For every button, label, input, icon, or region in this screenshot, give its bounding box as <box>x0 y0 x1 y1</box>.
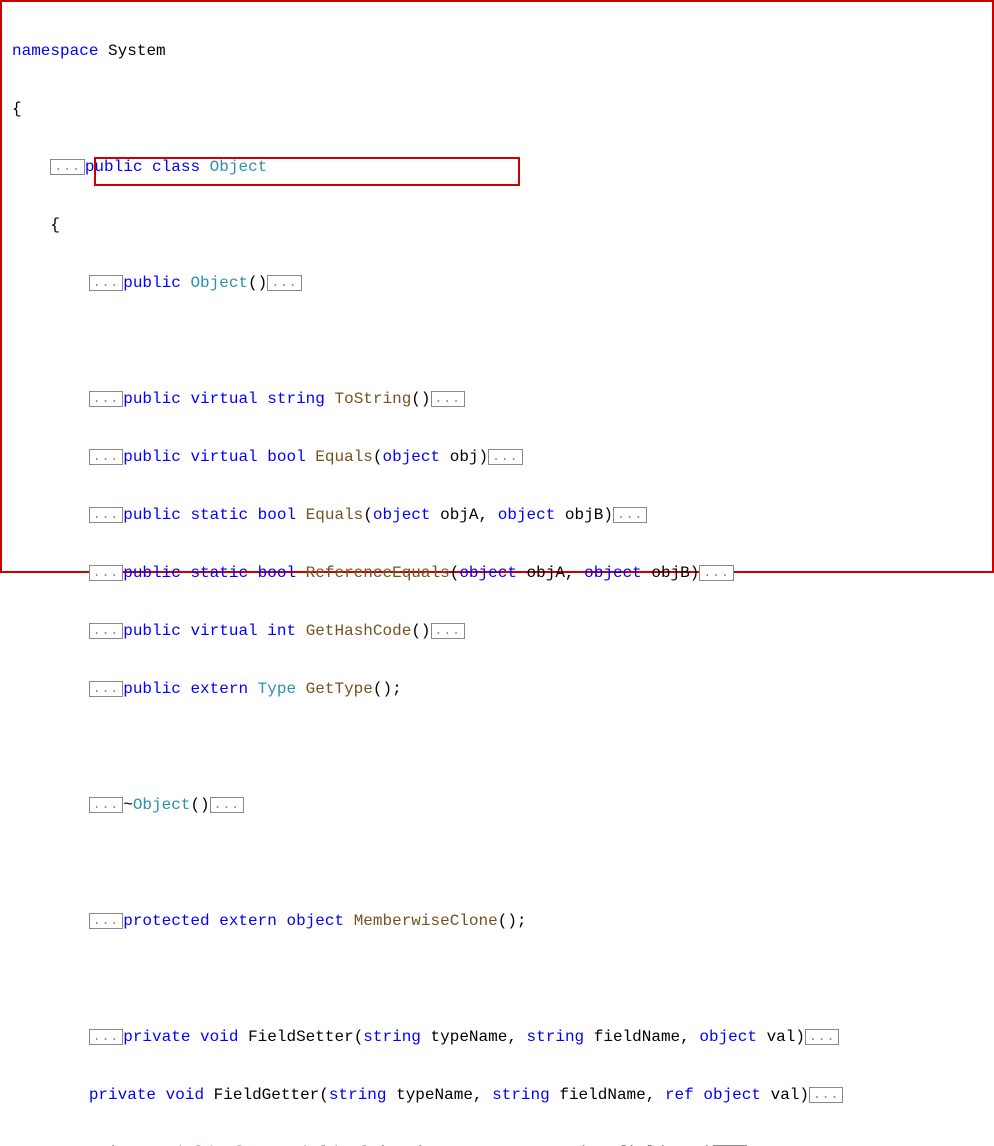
collapse-icon[interactable]: ... <box>89 565 123 581</box>
collapse-icon[interactable]: ... <box>89 623 123 639</box>
kw-namespace: namespace <box>12 42 98 60</box>
type-fieldinfo: FieldInfo <box>166 1144 252 1146</box>
fsetter-line: ...private void FieldSetter(string typeN… <box>12 1023 982 1052</box>
ns-space <box>98 42 108 60</box>
refeq-line: ...public static bool ReferenceEquals(ob… <box>12 559 982 588</box>
method-memberwiseclone: MemberwiseClone <box>354 912 498 930</box>
collapse-icon[interactable]: ... <box>89 449 123 465</box>
code-block: namespace System { ...public class Objec… <box>12 8 982 1146</box>
method-gettype: GetType <box>306 680 373 698</box>
method-refeq: ReferenceEquals <box>306 564 450 582</box>
collapse-icon[interactable]: ... <box>89 1029 123 1045</box>
collapse-icon[interactable]: ... <box>89 797 123 813</box>
code-editor-frame: namespace System { ...public class Objec… <box>0 0 994 573</box>
class-decl-line: ...public class Object <box>12 153 982 182</box>
kw-string: string <box>267 390 325 408</box>
hash-line: ...public virtual int GetHashCode()... <box>12 617 982 646</box>
collapse-icon[interactable]: ... <box>488 449 522 465</box>
brace-open-class: { <box>12 211 982 240</box>
ns-name: System <box>108 42 166 60</box>
kw-public: public <box>123 390 181 408</box>
method-equals-static: Equals <box>306 506 364 524</box>
ctor-parens: () <box>248 274 267 292</box>
finfo-line: private FieldInfo GetFieldInfo(string ty… <box>12 1139 982 1146</box>
method-equals: Equals <box>315 448 373 466</box>
method-getfieldinfo: GetFieldInfo <box>262 1144 377 1146</box>
tostring-line: ...public virtual string ToString()... <box>12 385 982 414</box>
equals1-line: ...public virtual bool Equals(object obj… <box>12 443 982 472</box>
dtor-name: Object <box>133 796 191 814</box>
collapse-icon[interactable]: ... <box>699 565 733 581</box>
collapse-icon[interactable]: ... <box>267 275 301 291</box>
method-tostring: ToString <box>334 390 411 408</box>
gettype-line: ...public extern Type GetType(); <box>12 675 982 704</box>
collapse-icon[interactable]: ... <box>210 797 244 813</box>
collapse-icon[interactable]: ... <box>713 1145 747 1146</box>
blank-line <box>12 327 982 356</box>
kw-public: public <box>85 158 143 176</box>
collapse-icon[interactable]: ... <box>89 391 123 407</box>
blank-line <box>12 849 982 878</box>
parens: () <box>411 390 430 408</box>
collapse-icon[interactable]: ... <box>89 913 123 929</box>
collapse-icon[interactable]: ... <box>89 275 123 291</box>
fgetter-line: private void FieldGetter(string typeName… <box>12 1081 982 1110</box>
kw-class: class <box>152 158 200 176</box>
collapse-icon[interactable]: ... <box>431 623 465 639</box>
mclone-line: ...protected extern object MemberwiseClo… <box>12 907 982 936</box>
method-fieldgetter: FieldGetter <box>214 1086 320 1104</box>
ctor-line: ...public Object()... <box>12 269 982 298</box>
blank-line <box>12 733 982 762</box>
blank-line <box>12 965 982 994</box>
ns-line: namespace System <box>12 37 982 66</box>
ctor-name: Object <box>190 274 248 292</box>
kw-virtual: virtual <box>190 390 257 408</box>
collapse-icon[interactable]: ... <box>431 391 465 407</box>
equals2-line: ...public static bool Equals(object objA… <box>12 501 982 530</box>
method-gethashcode: GetHashCode <box>306 622 412 640</box>
collapse-icon[interactable]: ... <box>89 507 123 523</box>
method-fieldsetter: FieldSetter <box>248 1028 354 1046</box>
collapse-icon[interactable]: ... <box>50 159 84 175</box>
brace-open-ns: { <box>12 95 982 124</box>
collapse-icon[interactable]: ... <box>809 1087 843 1103</box>
collapse-icon[interactable]: ... <box>613 507 647 523</box>
type-type: Type <box>258 680 296 698</box>
class-name: Object <box>210 158 268 176</box>
collapse-icon[interactable]: ... <box>805 1029 839 1045</box>
collapse-icon[interactable]: ... <box>89 681 123 697</box>
kw-public: public <box>123 274 181 292</box>
dtor-line: ...~Object()... <box>12 791 982 820</box>
